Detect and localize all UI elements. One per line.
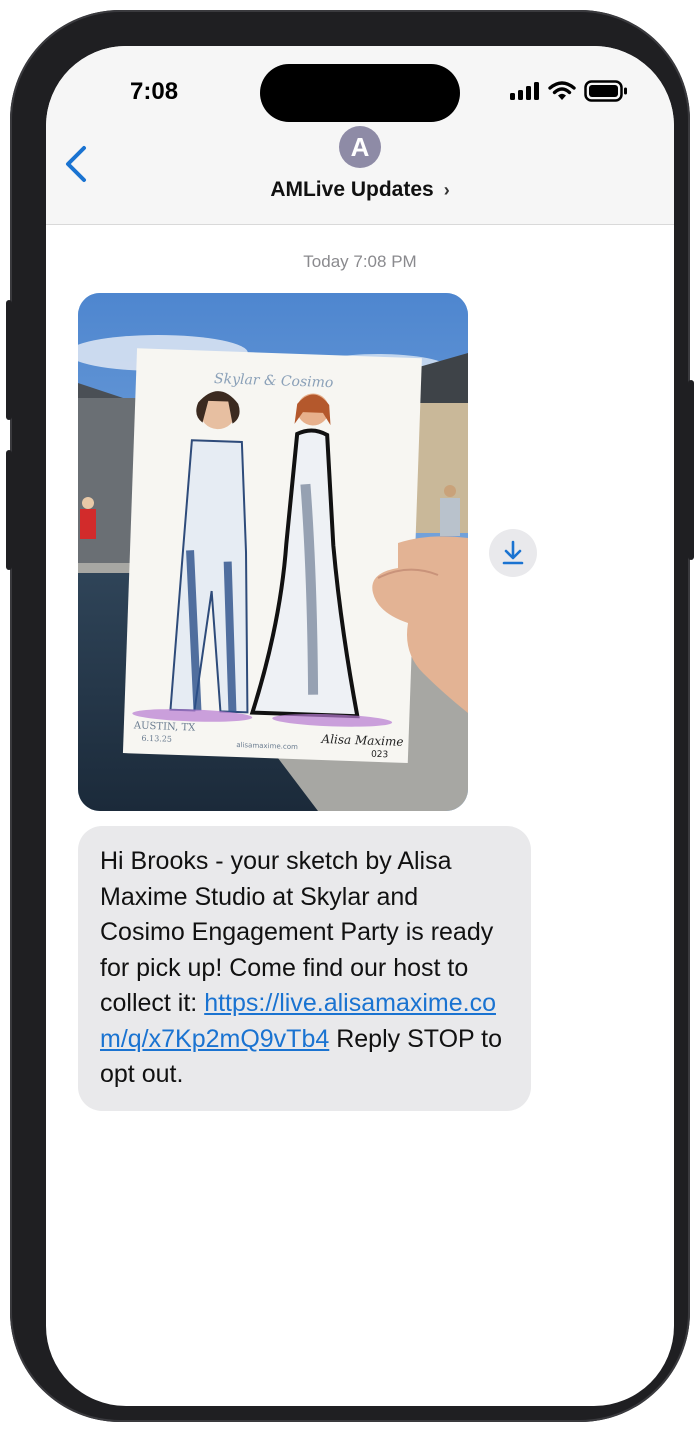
message-timestamp: Today 7:08 PM <box>303 252 417 271</box>
sketch-photo: Skylar & Cosimo AUSTIN, TX 6.13.25 alisa… <box>78 293 468 811</box>
avatar-initial: A <box>350 131 370 162</box>
phone-frame: A AMLive Updates › 7:08 Today 7:08 PM Sk… <box>6 10 694 1422</box>
text-message-bubble: Hi Brooks - your sketch by Alisa Maxime … <box>78 826 531 1111</box>
download-button[interactable] <box>489 529 537 577</box>
svg-text:6.13.25: 6.13.25 <box>141 734 172 744</box>
sketch-photo-message[interactable]: Skylar & Cosimo AUSTIN, TX 6.13.25 alisa… <box>78 293 468 811</box>
status-time: 7:08 <box>130 78 179 105</box>
status-icons <box>510 80 628 102</box>
chevron-right-icon: › <box>443 180 450 200</box>
side-button-mute <box>6 300 12 420</box>
phone-screen: A AMLive Updates › 7:08 Today 7:08 PM Sk… <box>46 46 674 1406</box>
contact-name: AMLive Updates <box>270 178 434 201</box>
contact-name-button[interactable]: AMLive Updates › <box>46 178 674 202</box>
dynamic-island <box>260 64 460 122</box>
download-icon <box>502 540 524 565</box>
svg-text:AUSTIN, TX: AUSTIN, TX <box>133 720 197 733</box>
svg-text:Alisa Maxime: Alisa Maxime <box>320 732 403 749</box>
side-button-power <box>688 380 694 560</box>
wifi-icon <box>548 81 576 100</box>
svg-text:023: 023 <box>371 750 389 761</box>
side-button-volume <box>6 450 12 570</box>
battery-icon <box>584 80 627 102</box>
signal-icon <box>510 82 539 100</box>
